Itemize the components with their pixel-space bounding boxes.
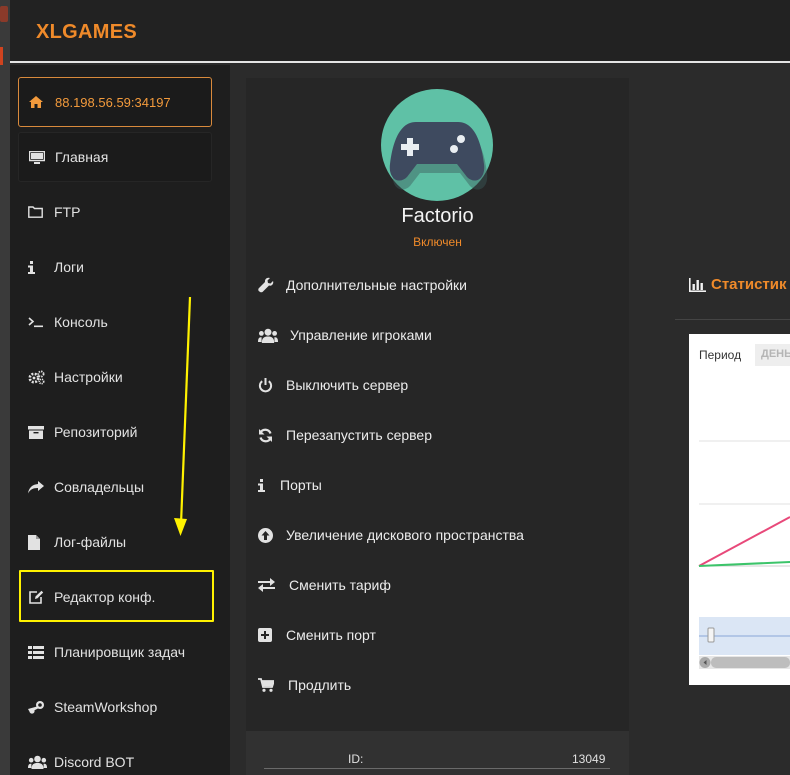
info-icon (258, 478, 280, 492)
terminal-icon (28, 316, 50, 328)
sidebar-item-server-address[interactable]: 88.198.56.59:34197 (18, 77, 212, 127)
chart-navigator-handle[interactable] (707, 627, 715, 643)
annotation-arrow (174, 296, 192, 536)
sidebar-item-label: 88.198.56.59:34197 (55, 94, 171, 110)
menu-item-label: Выключить сервер (286, 377, 409, 393)
sidebar-item-task-scheduler[interactable]: Планировщик задач (18, 627, 212, 677)
menu-item-label: Управление игроками (290, 327, 432, 343)
users-icon (28, 755, 50, 769)
steam-icon (28, 700, 50, 714)
restart-server-button[interactable]: Перезапустить сервер (258, 423, 432, 447)
statistics-heading: Статистик (689, 276, 790, 293)
server-id-value: 13049 (572, 752, 606, 766)
browser-accent-marker (0, 47, 3, 65)
edit-icon (28, 590, 50, 605)
menu-item-label: Дополнительные настройки (286, 277, 467, 293)
menu-item-label: Порты (280, 477, 322, 493)
manage-players-button[interactable]: Управление игроками (258, 323, 432, 347)
browser-edge-strip (0, 0, 10, 775)
gears-icon (28, 370, 50, 385)
server-id-label: ID: (348, 752, 364, 766)
ports-button[interactable]: Порты (258, 473, 322, 497)
statistics-divider (675, 319, 790, 320)
statistics-title: Статистик (711, 276, 787, 293)
sidebar-item-label: Логи (54, 259, 84, 275)
wrench-icon (258, 277, 286, 293)
bar-chart-icon (689, 277, 706, 292)
sidebar-item-config-editor[interactable]: Редактор конф. (18, 572, 212, 622)
monitor-icon (29, 150, 51, 164)
sidebar-item-discord-bot[interactable]: Discord BOT (18, 737, 212, 775)
cart-icon (258, 678, 288, 692)
sidebar-item-label: Консоль (54, 314, 108, 330)
browser-tab-marker[interactable] (0, 6, 8, 22)
archive-icon (28, 425, 50, 439)
increase-disk-space-button[interactable]: Увеличение дискового пространства (258, 523, 524, 547)
menu-item-label: Сменить тариф (289, 577, 391, 593)
sidebar-item-label: Репозиторий (54, 424, 138, 440)
sidebar-item-label: Настройки (54, 369, 123, 385)
server-status-badge: Включен (413, 235, 462, 249)
sidebar-item-main[interactable]: Главная (18, 132, 212, 182)
extend-button[interactable]: Продлить (258, 673, 351, 697)
info-icon (28, 260, 50, 274)
top-bar: XLGAMES (10, 0, 790, 63)
sidebar-item-steam-workshop[interactable]: SteamWorkshop (18, 682, 212, 732)
sidebar-item-label: Главная (55, 149, 109, 165)
home-icon (29, 96, 51, 108)
chart-series-line (698, 561, 790, 567)
sidebar-item-label: Планировщик задач (54, 644, 186, 660)
sidebar-item-label: Редактор конф. (54, 589, 156, 605)
stop-server-button[interactable]: Выключить сервер (258, 373, 408, 397)
change-port-button[interactable]: Сменить порт (258, 623, 376, 647)
gamepad-icon (389, 122, 488, 190)
menu-item-label: Перезапустить сервер (286, 427, 432, 443)
chart-scrollbar-thumb[interactable] (711, 657, 790, 668)
additional-settings-button[interactable]: Дополнительные настройки (258, 273, 467, 297)
users-icon (258, 328, 290, 343)
menu-item-label: Увеличение дискового пространства (286, 527, 524, 543)
chart-series-line (698, 516, 790, 567)
statistics-chart (698, 440, 790, 669)
info-divider (264, 768, 610, 769)
refresh-icon (258, 428, 286, 443)
brand-logo[interactable]: XLGAMES (36, 21, 137, 44)
sidebar-item-logs[interactable]: Логи (18, 242, 212, 292)
list-icon (28, 645, 50, 659)
plus-square-icon (258, 628, 286, 642)
sidebar-item-label: Discord BOT (54, 754, 135, 770)
menu-item-label: Продлить (288, 677, 352, 693)
server-name: Factorio (401, 205, 474, 227)
sidebar-item-label: Совладельцы (54, 479, 145, 495)
server-avatar (381, 89, 493, 201)
sidebar-item-label: FTP (54, 204, 81, 220)
arrow-up-circle-icon (258, 527, 286, 543)
change-tariff-button[interactable]: Сменить тариф (258, 573, 391, 597)
share-icon (28, 480, 50, 494)
sidebar-item-label: Лог-файлы (54, 534, 127, 550)
statistics-chart-panel: Период ДЕНЬ (689, 334, 790, 685)
power-icon (258, 377, 286, 393)
menu-item-label: Сменить порт (286, 627, 376, 643)
sidebar-item-ftp[interactable]: FTP (18, 187, 212, 237)
exchange-icon (258, 578, 289, 592)
folder-icon (28, 206, 50, 218)
file-icon (28, 534, 50, 550)
sidebar-item-label: SteamWorkshop (54, 699, 158, 715)
